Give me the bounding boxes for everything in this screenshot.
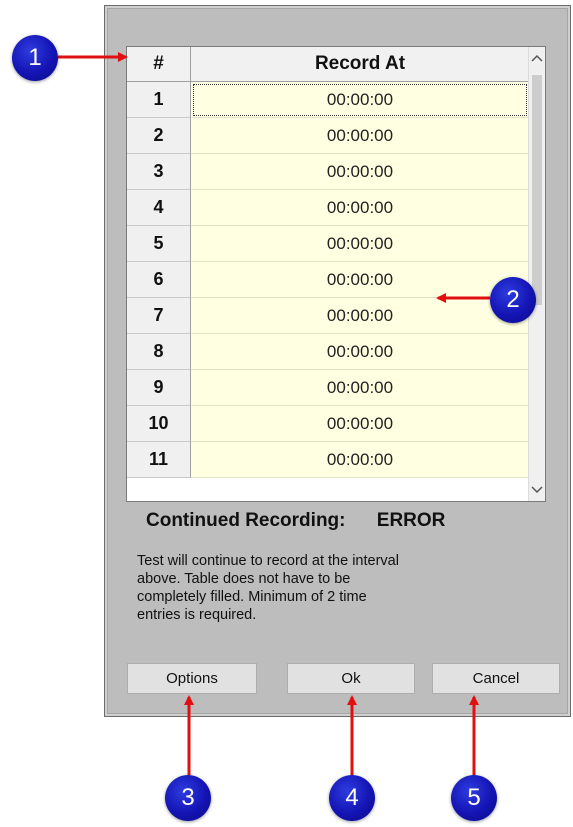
- row-index: 11: [127, 442, 191, 478]
- record-time-cell[interactable]: 00:00:00: [191, 226, 529, 262]
- row-index: 2: [127, 118, 191, 154]
- table-row[interactable]: 6 00:00:00: [127, 262, 529, 298]
- record-time-cell[interactable]: 00:00:00: [191, 154, 529, 190]
- cancel-button[interactable]: Cancel: [432, 663, 560, 694]
- record-time-cell[interactable]: 00:00:00: [191, 442, 529, 478]
- table-row[interactable]: 2 00:00:00: [127, 118, 529, 154]
- row-index: 9: [127, 370, 191, 406]
- row-index: 1: [127, 82, 191, 118]
- chevron-up-icon[interactable]: [529, 47, 545, 69]
- screenshot-stage: # Record At 1 00:00:00 2 00:00:00 3 00:0…: [0, 0, 573, 827]
- callout-marker-3: 3: [165, 775, 211, 821]
- table-header: # Record At: [127, 47, 529, 82]
- status-value: ERROR: [376, 510, 446, 531]
- record-time-cell[interactable]: 00:00:00: [191, 334, 529, 370]
- table-row[interactable]: 8 00:00:00: [127, 334, 529, 370]
- description-line: above. Table does not have to be: [137, 571, 351, 587]
- description-line: entries is required.: [137, 607, 257, 623]
- vertical-scrollbar[interactable]: [528, 47, 545, 501]
- table-row[interactable]: 1 00:00:00: [127, 82, 529, 118]
- description-line: completely filled. Minimum of 2 time: [137, 589, 367, 605]
- callout-marker-4: 4: [329, 775, 375, 821]
- record-time-cell[interactable]: 00:00:00: [191, 82, 529, 118]
- table-body: 1 00:00:00 2 00:00:00 3 00:00:00 4 00:00…: [127, 82, 529, 478]
- table-row[interactable]: 3 00:00:00: [127, 154, 529, 190]
- table-row[interactable]: 5 00:00:00: [127, 226, 529, 262]
- row-index: 10: [127, 406, 191, 442]
- row-index: 3: [127, 154, 191, 190]
- record-time-cell[interactable]: 00:00:00: [191, 118, 529, 154]
- continued-recording-status: Continued Recording: ERROR: [146, 510, 445, 532]
- callout-marker-1: 1: [12, 35, 58, 81]
- table-row[interactable]: 4 00:00:00: [127, 190, 529, 226]
- chevron-down-icon[interactable]: [529, 479, 545, 501]
- table-row[interactable]: 10 00:00:00: [127, 406, 529, 442]
- description-line: Test will continue to record at the inte…: [137, 553, 399, 569]
- row-index: 4: [127, 190, 191, 226]
- record-time-cell[interactable]: 00:00:00: [191, 298, 529, 334]
- record-time-cell[interactable]: 00:00:00: [191, 262, 529, 298]
- status-label: Continued Recording:: [146, 510, 346, 531]
- row-index: 6: [127, 262, 191, 298]
- scrollbar-thumb[interactable]: [532, 75, 542, 305]
- table-row[interactable]: 11 00:00:00: [127, 442, 529, 478]
- column-header-index[interactable]: #: [127, 47, 191, 81]
- record-time-cell[interactable]: 00:00:00: [191, 370, 529, 406]
- row-index: 5: [127, 226, 191, 262]
- column-header-record-at[interactable]: Record At: [191, 47, 529, 81]
- table-row[interactable]: 9 00:00:00: [127, 370, 529, 406]
- ok-button[interactable]: Ok: [287, 663, 415, 694]
- callout-marker-2: 2: [490, 277, 536, 323]
- callout-marker-5: 5: [451, 775, 497, 821]
- table-row[interactable]: 7 00:00:00: [127, 298, 529, 334]
- options-button[interactable]: Options: [127, 663, 257, 694]
- description-text: Test will continue to record at the inte…: [137, 552, 547, 624]
- record-time-cell[interactable]: 00:00:00: [191, 406, 529, 442]
- record-time-cell[interactable]: 00:00:00: [191, 190, 529, 226]
- record-at-table[interactable]: # Record At 1 00:00:00 2 00:00:00 3 00:0…: [126, 46, 546, 502]
- row-index: 8: [127, 334, 191, 370]
- row-index: 7: [127, 298, 191, 334]
